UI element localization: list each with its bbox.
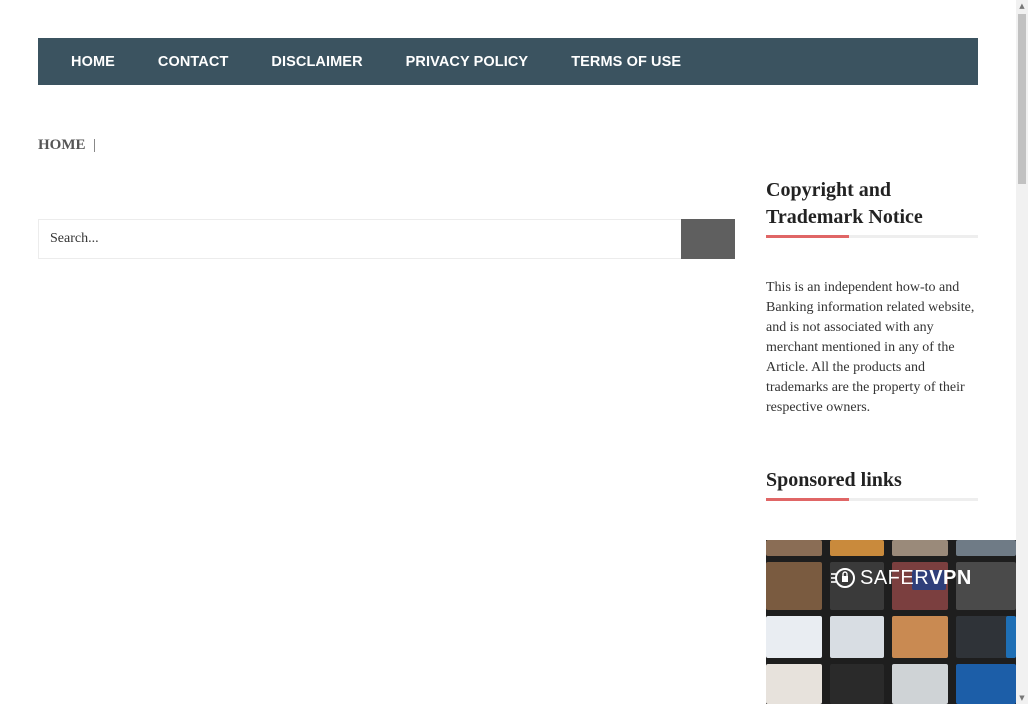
ad-photo-tile [956,664,1016,704]
main-navbar: HOME CONTACT DISCLAIMER PRIVACY POLICY T… [38,38,978,85]
ad-photo-tile [766,616,822,658]
copyright-title-line2: Trademark Notice [766,206,923,228]
sponsored-widget-title: Sponsored links [766,469,902,491]
safervpn-logo: SAFER VPN [830,566,972,590]
copyright-notice-text: This is an independent how-to and Bankin… [766,280,975,415]
nav-item-privacy-policy[interactable]: PRIVACY POLICY [406,54,529,70]
breadcrumb: HOME [38,137,95,154]
breadcrumb-home-link[interactable]: HOME [38,137,86,154]
nav-item-disclaimer[interactable]: DISCLAIMER [271,54,362,70]
title-underline-accent [766,498,849,501]
ad-photo-tile [830,616,884,658]
nav-item-home[interactable]: HOME [71,54,115,70]
title-underline [766,498,978,501]
copyright-widget-title: Copyright and Trademark Notice [766,177,978,231]
nav-item-terms-of-use[interactable]: TERMS OF USE [571,54,681,70]
lock-icon [831,568,855,588]
ad-photo-tile [892,616,948,658]
sponsored-ad-banner[interactable]: SAFER VPN [766,540,1016,704]
ad-photo-tile [830,664,884,704]
ad-photo-tile [892,540,948,556]
logo-text-bold: VPN [929,566,972,589]
ad-photo-tile [766,540,822,556]
title-underline-accent [766,235,849,238]
scrollbar-thumb[interactable] [1018,14,1026,184]
search-form [38,219,735,259]
breadcrumb-separator [93,139,95,152]
scroll-up-arrow-icon[interactable]: ▲ [1016,0,1028,12]
ad-photo-tile [956,540,1016,556]
scroll-down-arrow-icon[interactable]: ▼ [1016,692,1028,704]
page-scrollbar[interactable]: ▲ ▼ [1016,0,1028,704]
search-button[interactable] [681,219,735,259]
title-underline [766,235,978,238]
ad-photo-tile [1006,616,1016,658]
ad-photo-tile [766,664,822,704]
nav-item-contact[interactable]: CONTACT [158,54,229,70]
sidebar-copyright-widget: Copyright and Trademark Notice This is a… [766,177,978,418]
sidebar-sponsored-widget: Sponsored links [766,467,978,501]
search-input[interactable] [38,219,681,259]
ad-photo-tile [766,562,822,610]
copyright-title-line1: Copyright and [766,179,892,201]
ad-photo-tile [830,540,884,556]
ad-photo-tile [892,664,948,704]
logo-text-light: SAFER [860,566,930,589]
